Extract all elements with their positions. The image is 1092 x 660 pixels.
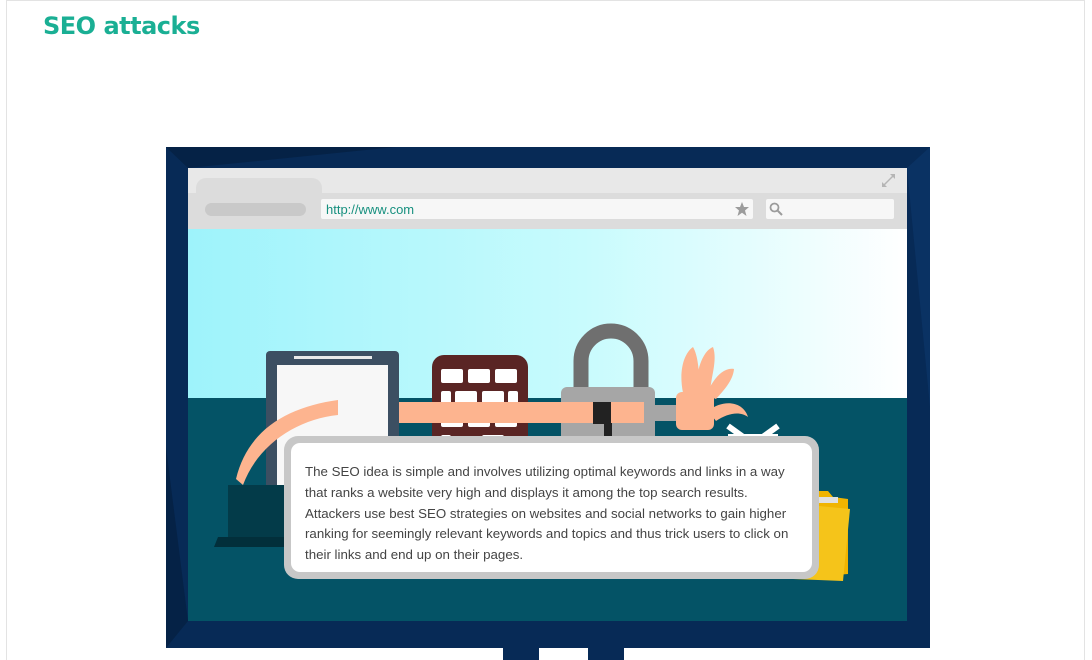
monitor-stand-left: [503, 648, 539, 660]
expand-icon[interactable]: [882, 174, 895, 187]
info-popup-text: The SEO idea is simple and involves util…: [305, 464, 789, 563]
address-url: http://www.com: [326, 202, 415, 217]
page-title: SEO attacks: [43, 12, 200, 40]
navigation-pill[interactable]: [205, 203, 306, 216]
browser-chrome: http://www.com: [188, 168, 907, 229]
address-bar[interactable]: http://www.com: [321, 199, 753, 219]
info-popup: The SEO idea is simple and involves util…: [284, 436, 819, 579]
info-popup-body: The SEO idea is simple and involves util…: [291, 443, 812, 572]
search-icon[interactable]: [769, 202, 783, 216]
search-box[interactable]: [766, 199, 894, 219]
monitor-stand-right: [588, 648, 624, 660]
star-icon[interactable]: [734, 201, 750, 217]
